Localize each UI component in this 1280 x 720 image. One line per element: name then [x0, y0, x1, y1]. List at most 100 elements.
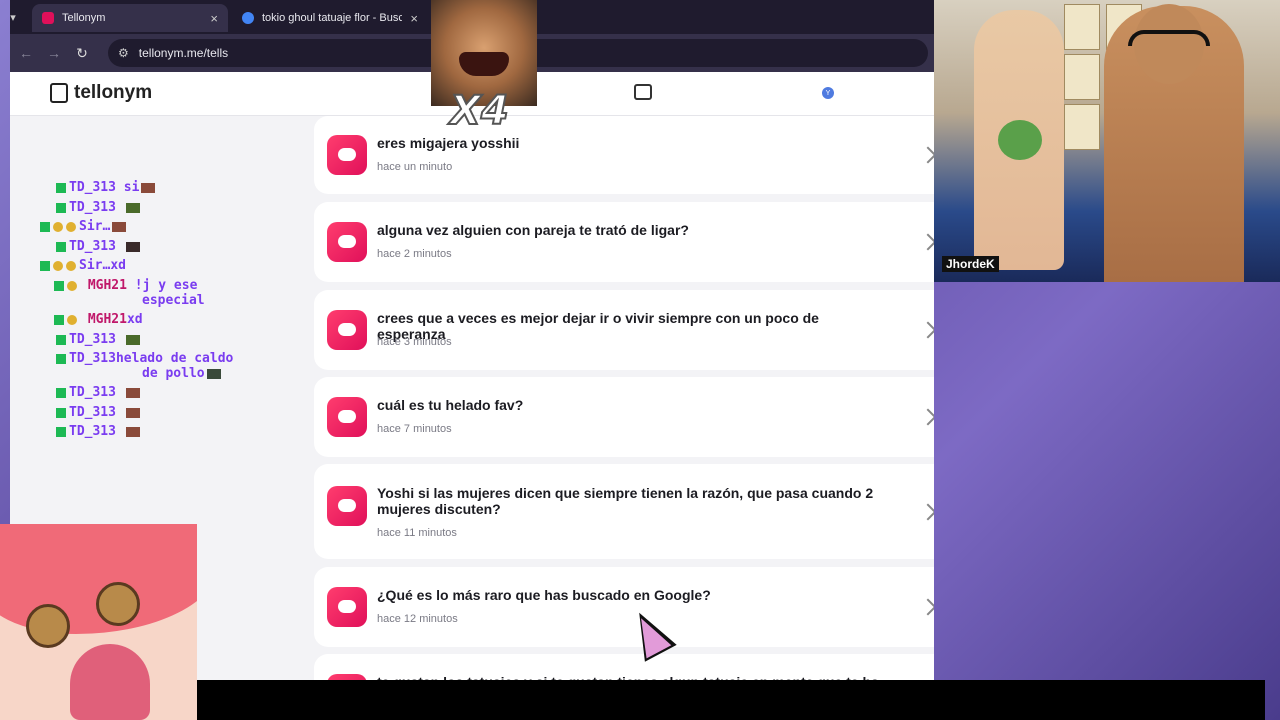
- inbox-icon[interactable]: [634, 84, 652, 100]
- tell-question: eres migajera yosshii: [377, 135, 520, 151]
- chat-message: Sir…: [40, 219, 127, 234]
- coin-badge-icon: [66, 221, 76, 232]
- tell-time: hace 2 minutos: [377, 248, 452, 260]
- chat-username: TD_313: [69, 424, 116, 439]
- wanted-poster: [1064, 4, 1100, 50]
- chat-message: MGH21 !j y ese: [54, 278, 197, 293]
- chat-text: xd: [126, 312, 143, 327]
- tell-question: Yoshi si las mujeres dicen que siempre t…: [377, 485, 874, 517]
- kick-badge-icon: [56, 241, 66, 252]
- tell-card[interactable]: eres migajera yosshii hace un minuto: [314, 116, 934, 194]
- tell-card[interactable]: crees que a veces es mejor dejar ir o vi…: [314, 290, 934, 370]
- back-icon[interactable]: ←: [14, 41, 38, 65]
- chat-message: TD_313: [56, 332, 140, 347]
- kick-badge-icon: [56, 353, 66, 364]
- sub-badge-icon: [67, 280, 77, 291]
- avatar-eye: [96, 582, 140, 626]
- logo-text: tellonym: [74, 82, 153, 103]
- tellonym-favicon-icon: [42, 12, 54, 24]
- chevron-right-icon: [919, 233, 934, 251]
- kick-badge-icon: [56, 426, 66, 437]
- tell-question: cuál es tu helado fav?: [377, 397, 524, 413]
- kick-badge-icon: [40, 221, 50, 232]
- url-text: tellonym.me/tells: [138, 46, 229, 60]
- avatar[interactable]: Y: [822, 87, 834, 99]
- tell-question: crees que a veces es mejor dejar ir o vi…: [377, 310, 819, 342]
- kick-badge-icon: [56, 202, 66, 213]
- tellonym-logo-icon: [50, 83, 68, 103]
- chat-username: TD_313: [69, 180, 116, 195]
- kick-badge-icon: [56, 334, 66, 345]
- chat-username: Sir…: [79, 258, 111, 273]
- forward-icon[interactable]: →: [42, 41, 66, 65]
- tab-tellonym[interactable]: Tellonym ×: [32, 4, 228, 32]
- kick-badge-icon: [40, 260, 50, 271]
- tellonym-logo[interactable]: tellonym: [50, 82, 152, 104]
- close-tab-icon[interactable]: ×: [210, 11, 218, 26]
- sub-badge-icon: [53, 221, 63, 232]
- message-bubble-icon: [327, 310, 367, 350]
- chevron-right-icon: [919, 321, 934, 339]
- emote-icon: [125, 407, 140, 418]
- kick-badge-icon: [56, 407, 66, 418]
- avatar-tongue: [70, 644, 150, 720]
- chat-message: TD_313: [56, 385, 140, 400]
- chat-message: TD_313 si: [56, 180, 156, 195]
- sub-badge-icon: [53, 260, 63, 271]
- wanted-poster: [1064, 104, 1100, 150]
- message-bubble-icon: [327, 397, 367, 437]
- tell-time: hace 3 minutos: [377, 336, 452, 348]
- chat-message: TD_313helado de caldo: [56, 351, 233, 366]
- emote-icon: [206, 368, 221, 379]
- kick-badge-icon: [54, 280, 64, 291]
- emote-icon: [125, 334, 140, 345]
- kick-badge-icon: [56, 387, 66, 398]
- tab-search-icon[interactable]: ▾: [10, 8, 22, 26]
- tell-card[interactable]: cuál es tu helado fav? hace 7 minutos: [314, 377, 934, 457]
- chat-text: especial: [142, 293, 205, 308]
- chat-username: TD_313: [69, 351, 116, 366]
- message-bubble-icon: [327, 135, 367, 175]
- tell-card[interactable]: alguna vez alguien con pareja te trató d…: [314, 202, 934, 282]
- tell-card[interactable]: ¿Qué es lo más raro que has buscado en G…: [314, 567, 934, 647]
- avatar-eye: [26, 604, 70, 648]
- meme-mouth: [459, 52, 509, 76]
- tell-time: hace un minuto: [377, 161, 453, 173]
- chat-text: si: [123, 180, 140, 195]
- emote-icon: [125, 202, 140, 213]
- letterbox-bar: [197, 680, 1265, 720]
- tell-question: ¿Qué es lo más raro que has buscado en G…: [377, 587, 711, 603]
- headphones-icon: [1128, 30, 1210, 46]
- vtuber-avatar: [0, 524, 197, 720]
- stream-chat: TD_313 si TD_313 Sir… TD_313 Sir… xd MGH2…: [0, 176, 300, 466]
- chat-username: TD_313: [69, 239, 116, 254]
- chat-username: TD_313: [69, 332, 116, 347]
- tab-title: tokio ghoul tatuaje flor - Buscar: [262, 12, 402, 24]
- site-settings-icon[interactable]: ⚙: [118, 46, 129, 60]
- close-tab-icon[interactable]: ×: [410, 11, 418, 26]
- chat-message-continued: de pollo: [142, 366, 221, 381]
- streamer-name: JhordeK: [942, 256, 999, 272]
- chat-message: TD_313: [56, 424, 140, 439]
- kick-badge-icon: [54, 314, 64, 325]
- chevron-right-icon: [919, 503, 934, 521]
- tell-card[interactable]: Yoshi si las mujeres dicen que siempre t…: [314, 464, 934, 559]
- tell-time: hace 7 minutos: [377, 423, 452, 435]
- leaf-icon: [998, 120, 1042, 160]
- chat-text: helado de caldo: [115, 351, 234, 366]
- reload-icon[interactable]: ↻: [70, 41, 94, 65]
- google-favicon-icon: [242, 12, 254, 24]
- emote-icon: [112, 221, 127, 232]
- tell-time: hace 12 minutos: [377, 613, 458, 625]
- tell-question: alguna vez alguien con pareja te trató d…: [377, 222, 689, 238]
- emote-icon: [141, 182, 156, 193]
- message-bubble-icon: [327, 486, 367, 526]
- multiplier-label: X4: [449, 87, 510, 135]
- message-bubble-icon: [327, 222, 367, 262]
- chat-message: TD_313: [56, 405, 140, 420]
- message-bubble-icon: [327, 587, 367, 627]
- emote-icon: [125, 387, 140, 398]
- chat-message-continued: especial: [142, 293, 205, 308]
- tab-google-search[interactable]: tokio ghoul tatuaje flor - Buscar ×: [232, 4, 428, 32]
- chat-username: MGH21: [87, 312, 127, 327]
